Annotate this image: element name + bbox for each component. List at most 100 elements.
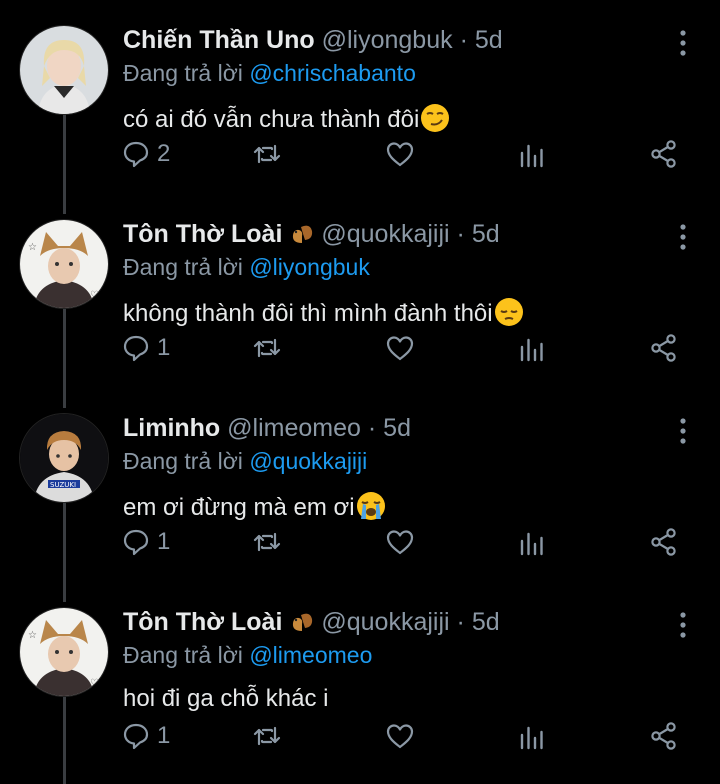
more-options-icon[interactable] <box>668 28 698 58</box>
tweet-text-content: hoi đi ga chỗ khác i <box>123 685 329 712</box>
like-button[interactable] <box>385 130 415 178</box>
retweet-icon <box>253 726 281 746</box>
tweet-header: Tôn Thờ Loài @quokkajiji · 5d <box>123 608 500 637</box>
tweet-actions: 1 <box>0 712 720 760</box>
analytics-icon <box>520 532 543 556</box>
share-button[interactable] <box>649 518 679 566</box>
reply-label: Đang trả lời <box>123 642 243 668</box>
more-options-icon[interactable] <box>668 222 698 252</box>
reply-count: 1 <box>157 334 171 361</box>
more-options-icon[interactable] <box>668 610 698 640</box>
tweet-text-content: có ai đó vẫn chưa thành đôi <box>123 106 420 133</box>
tweet-actions: 1 <box>0 324 720 372</box>
retweet-icon <box>253 144 281 164</box>
tweet-text-content: không thành đôi thì mình đành thôi <box>123 300 493 327</box>
analytics-button[interactable] <box>517 324 547 372</box>
user-handle[interactable]: @quokkajiji <box>321 220 449 248</box>
tweet-header: Liminho @limeomeo · 5d <box>123 414 411 443</box>
more-options-icon[interactable] <box>668 416 698 446</box>
retweet-button[interactable] <box>252 130 282 178</box>
timestamp[interactable]: 5d <box>383 414 411 442</box>
user-handle[interactable]: @quokkajiji <box>321 608 449 636</box>
tweet-actions: 1 <box>0 518 720 566</box>
retweet-button[interactable] <box>252 712 282 760</box>
reply-button[interactable]: 2 <box>121 130 170 178</box>
share-icon <box>651 722 676 750</box>
display-name[interactable]: Liminho <box>123 414 220 442</box>
reply-mention-link[interactable]: @limeomeo <box>249 642 372 668</box>
reply-icon <box>123 529 149 556</box>
retweet-icon <box>253 532 281 552</box>
share-icon <box>651 140 676 168</box>
svg-text:☆: ☆ <box>28 630 37 641</box>
heart-icon <box>386 530 414 555</box>
analytics-icon <box>520 726 543 750</box>
avatar[interactable]: SUZUKI <box>19 413 109 503</box>
timestamp[interactable]: 5d <box>475 26 503 54</box>
share-icon <box>651 334 676 362</box>
reply-button[interactable]: 1 <box>121 712 170 760</box>
like-button[interactable] <box>385 518 415 566</box>
reply-count: 2 <box>157 140 171 167</box>
timestamp[interactable]: 5d <box>472 220 500 248</box>
tweet[interactable]: Chiến Thần Uno @liyongbuk · 5d Đang trả … <box>0 0 720 194</box>
tweet[interactable]: ☆ ♡ Tôn Thờ Loài @quokkajiji · 5d Đang t… <box>0 582 720 776</box>
separator: · <box>367 414 377 442</box>
tweet[interactable]: SUZUKI Liminho @limeomeo · 5d Đang trả l… <box>0 388 720 582</box>
user-handle[interactable]: @limeomeo <box>227 414 361 442</box>
smirking-face-emoji-icon <box>421 104 450 132</box>
reply-button[interactable]: 1 <box>121 324 170 372</box>
timestamp[interactable]: 5d <box>472 608 500 636</box>
heart-icon <box>386 724 414 749</box>
reply-label: Đang trả lời <box>123 60 243 86</box>
display-name[interactable]: Tôn Thờ Loài <box>123 220 282 248</box>
analytics-button[interactable] <box>517 712 547 760</box>
analytics-icon <box>520 144 543 168</box>
reply-context: Đang trả lời @quokkajiji <box>123 448 367 475</box>
svg-text:♡: ♡ <box>90 290 99 301</box>
reply-mention-link[interactable]: @chrischabanto <box>249 60 416 86</box>
reply-icon <box>123 335 149 362</box>
retweet-button[interactable] <box>252 518 282 566</box>
pensive-face-emoji-icon <box>494 298 523 326</box>
share-button[interactable] <box>649 712 679 760</box>
separator: · <box>456 608 465 636</box>
tweet-text-content: em ơi đừng mà em ơi <box>123 494 355 521</box>
tweet-actions: 2 <box>0 130 720 178</box>
reply-label: Đang trả lời <box>123 254 243 280</box>
avatar[interactable]: ☆ ♡ <box>19 219 109 309</box>
reply-count: 1 <box>157 722 171 749</box>
analytics-button[interactable] <box>517 518 547 566</box>
retweet-button[interactable] <box>252 324 282 372</box>
squirrel-emoji-icon <box>293 225 313 243</box>
tweet-text: hoi đi ga chỗ khác i <box>123 685 328 713</box>
reply-context: Đang trả lời @limeomeo <box>123 642 372 669</box>
display-name[interactable]: Chiến Thần Uno <box>123 26 315 54</box>
avatar[interactable] <box>19 25 109 115</box>
retweet-icon <box>253 338 281 358</box>
reply-label: Đang trả lời <box>123 448 243 474</box>
reply-icon <box>123 723 149 750</box>
analytics-button[interactable] <box>517 130 547 178</box>
svg-text:SUZUKI: SUZUKI <box>50 481 76 489</box>
share-button[interactable] <box>649 324 679 372</box>
heart-icon <box>386 142 414 167</box>
avatar[interactable]: ☆ ♡ <box>19 607 109 697</box>
separator: · <box>459 26 468 54</box>
reply-mention-link[interactable]: @quokkajiji <box>249 448 367 474</box>
share-button[interactable] <box>649 130 679 178</box>
tweet[interactable]: ☆ ♡ Tôn Thờ Loài @quokkajiji · 5d Đang t… <box>0 194 720 388</box>
tweet-header: Tôn Thờ Loài @quokkajiji · 5d <box>123 220 500 249</box>
display-name[interactable]: Tôn Thờ Loài <box>123 608 282 636</box>
loudly-crying-face-emoji-icon <box>356 492 385 520</box>
user-handle[interactable]: @liyongbuk <box>322 26 453 54</box>
heart-icon <box>386 336 414 361</box>
squirrel-emoji-icon <box>293 613 313 631</box>
like-button[interactable] <box>385 712 415 760</box>
reply-button[interactable]: 1 <box>121 518 170 566</box>
like-button[interactable] <box>385 324 415 372</box>
separator: · <box>456 220 465 248</box>
reply-context: Đang trả lời @chrischabanto <box>123 60 416 87</box>
reply-mention-link[interactable]: @liyongbuk <box>249 254 370 280</box>
svg-text:♡: ♡ <box>90 678 99 689</box>
